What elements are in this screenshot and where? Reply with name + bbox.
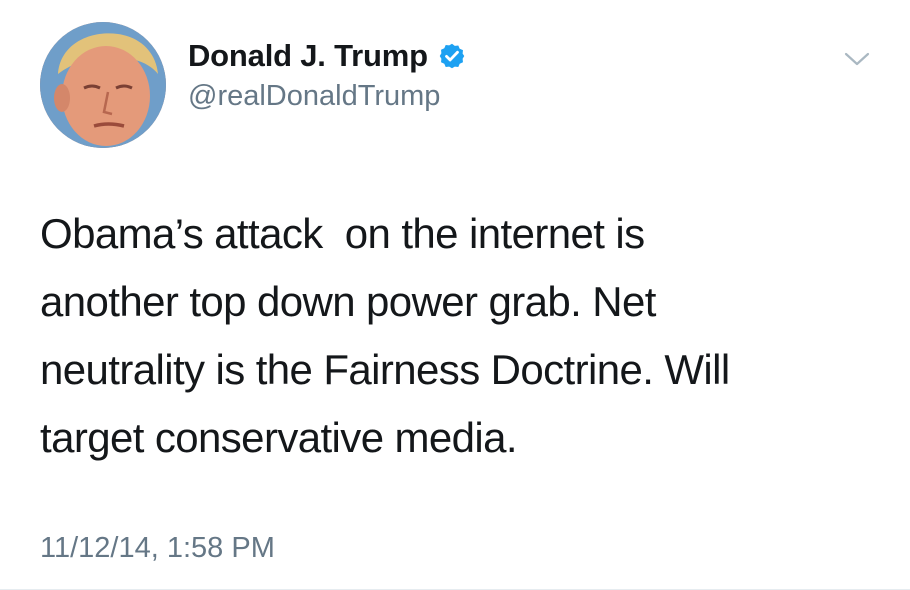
name-row: Donald J. Trump [188,36,466,76]
tweet-text-line: another top down power grab. Net [40,278,656,325]
author-info: Donald J. Trump @realDonaldTrump [188,36,466,113]
avatar[interactable] [40,22,166,148]
chevron-down-icon[interactable] [842,48,872,70]
verified-badge-icon [438,42,466,70]
user-handle[interactable]: @realDonaldTrump [188,80,466,113]
tweet-text-line: Obama’s attack on the internet is [40,210,645,257]
tweet-text: Obama’s attack on the internet is another… [40,200,880,472]
tweet-card: Donald J. Trump @realDonaldTrump Obama’s… [0,0,910,590]
avatar-image [40,22,166,148]
display-name[interactable]: Donald J. Trump [188,38,428,74]
tweet-header: Donald J. Trump @realDonaldTrump [40,22,880,152]
tweet-timestamp[interactable]: 11/12/14, 1:58 PM [40,532,275,565]
tweet-text-line: target conservative media. [40,414,518,461]
tweet-text-line: neutrality is the Fairness Doctrine. Wil… [40,346,730,393]
